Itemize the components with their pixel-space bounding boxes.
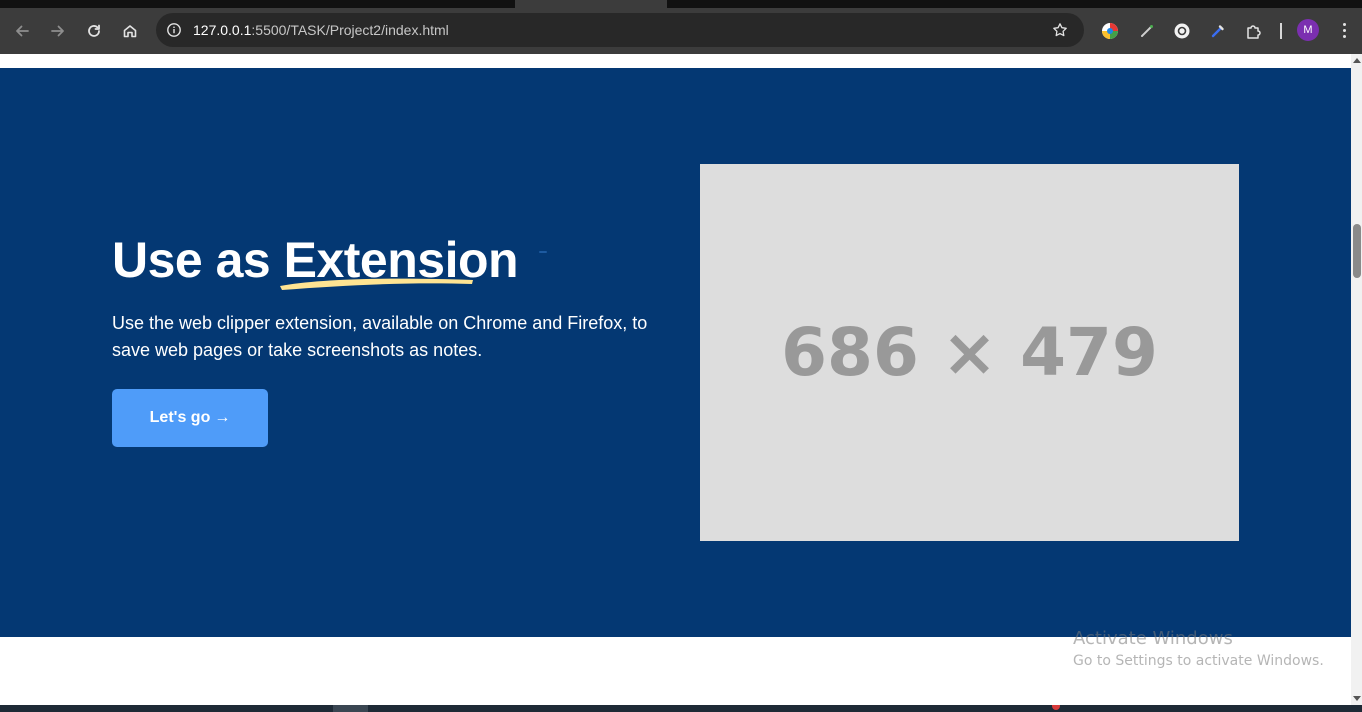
- hero-title-highlight: Extension: [279, 231, 519, 290]
- profile-avatar[interactable]: M: [1297, 19, 1319, 41]
- lets-go-label: Let's go: [149, 409, 211, 426]
- menu-icon[interactable]: [1334, 19, 1354, 41]
- windows-taskbar: [0, 705, 1362, 712]
- hero-title-prefix: Use as: [112, 232, 284, 288]
- arrow-right-icon: →: [214, 409, 231, 426]
- tab-strip: [0, 0, 1362, 8]
- vertical-scrollbar[interactable]: [1351, 54, 1362, 705]
- hero-title: Use as Extension: [112, 231, 547, 290]
- url-path: :5500/TASK/Project2/index.html: [251, 22, 449, 38]
- decorative-dash: [539, 251, 547, 253]
- extension-circle-icon[interactable]: [1171, 20, 1193, 42]
- taskbar-item[interactable]: [333, 705, 368, 712]
- address-bar[interactable]: 127.0.0.1:5500/TASK/Project2/index.html: [156, 13, 1084, 47]
- scroll-down-icon[interactable]: [1353, 696, 1361, 701]
- back-icon[interactable]: [8, 17, 36, 45]
- extension-colorwheel-icon[interactable]: [1099, 20, 1121, 42]
- hero-title-highlight-word: Extension: [283, 232, 519, 288]
- forward-icon[interactable]: [44, 17, 72, 45]
- home-icon[interactable]: [116, 17, 144, 45]
- watermark-subtitle: Go to Settings to activate Windows.: [1073, 653, 1324, 669]
- scrollbar-thumb[interactable]: [1353, 224, 1361, 278]
- hero-description: Use the web clipper extension, available…: [112, 313, 648, 360]
- reload-icon[interactable]: [80, 17, 108, 45]
- notification-badge-icon: [1052, 705, 1060, 710]
- page-viewport: Use as Extension Use the web clipper ext…: [0, 54, 1351, 705]
- bookmark-star-icon[interactable]: [1050, 20, 1070, 40]
- toolbar-divider: [1280, 23, 1282, 39]
- browser-toolbar: 127.0.0.1:5500/TASK/Project2/index.html …: [0, 8, 1362, 54]
- placeholder-image-text: 686 × 479: [781, 314, 1158, 391]
- site-info-icon[interactable]: [164, 20, 184, 40]
- url-host: 127.0.0.1: [193, 22, 252, 38]
- url-text: 127.0.0.1:5500/TASK/Project2/index.html: [193, 22, 449, 38]
- scroll-up-icon[interactable]: [1353, 58, 1361, 63]
- puzzle-icon[interactable]: [1243, 20, 1265, 42]
- activate-windows-watermark: Activate Windows Go to Settings to activ…: [1073, 628, 1324, 669]
- active-tab[interactable]: [515, 0, 667, 8]
- watermark-title: Activate Windows: [1073, 628, 1233, 649]
- extension-pen-icon[interactable]: [1136, 20, 1158, 42]
- extension-eyedropper-icon[interactable]: [1207, 20, 1229, 42]
- placeholder-image: 686 × 479: [700, 164, 1239, 541]
- lets-go-button[interactable]: Let's go →: [112, 389, 268, 447]
- extension-hero-section: Use as Extension Use the web clipper ext…: [0, 68, 1351, 637]
